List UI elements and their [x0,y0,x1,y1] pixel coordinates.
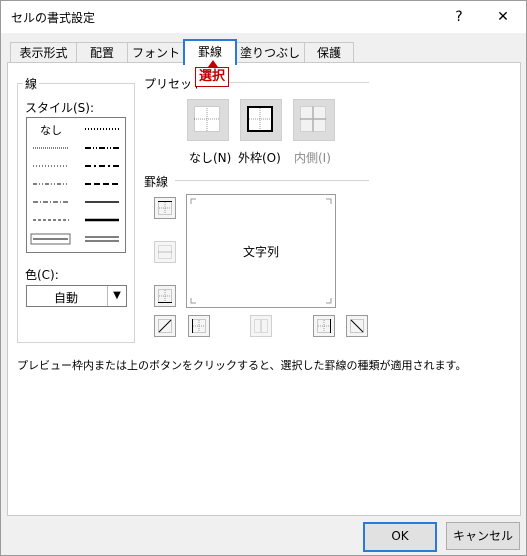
style-label: スタイル(S): [25,101,95,115]
color-label: 色(C): [25,268,59,282]
border-preview[interactable]: 文字列 [186,194,336,308]
color-select-value: 自動 [53,291,78,305]
diagonal-up-icon [158,319,172,333]
select-callout: 選択 [195,67,230,87]
tab-strip: 表示形式 配置 フォント 罫線 塗りつぶし 保護 [1,39,526,65]
border-right-button[interactable] [313,315,335,337]
line-style-swatches[interactable] [27,118,125,252]
preset-outline-icon [247,106,273,132]
diagonal-down-icon [350,319,364,333]
preset-none-icon [194,106,220,132]
border-bottom-button[interactable] [154,285,176,307]
border-inside-vertical-button [250,315,272,337]
border-divider [175,180,369,181]
border-left-icon [192,319,206,333]
border-diagonal-up-button[interactable] [154,315,176,337]
border-left-button[interactable] [188,315,210,337]
border-group-title: 罫線 [144,175,169,189]
tab-fill[interactable]: 塗りつぶし [235,42,305,63]
cancel-button[interactable]: キャンセル [446,522,520,550]
info-text: プレビュー枠内または上のボタンをクリックすると、選択した罫線の種類が適用されます… [17,359,467,372]
line-style-list[interactable]: なし [26,117,126,253]
border-inside-horizontal-icon [158,245,172,259]
tab-number-format[interactable]: 表示形式 [10,42,77,63]
preset-none-button[interactable] [187,99,229,141]
tab-font[interactable]: フォント [127,42,185,63]
tab-alignment[interactable]: 配置 [76,42,128,63]
border-right-icon [317,319,331,333]
border-inside-horizontal-button [154,241,176,263]
color-select[interactable]: 自動 ▼ [26,285,127,307]
line-group-title: 線 [23,75,40,92]
border-top-button[interactable] [154,197,176,219]
preset-inside-label: 内側(I) [294,151,331,165]
preset-divider [207,82,369,83]
preset-outline-label: 外枠(O) [238,151,281,165]
border-diagonal-down-button[interactable] [346,315,368,337]
preset-inside-icon [300,106,326,132]
preview-text: 文字列 [242,245,279,259]
border-top-icon [158,201,172,215]
ok-button[interactable]: OK [363,522,437,552]
tab-protection[interactable]: 保護 [304,42,354,63]
border-inside-vertical-icon [254,319,268,333]
title-bar: セルの書式設定 ? ✕ [1,1,526,33]
border-bottom-icon [158,289,172,303]
preset-outline-button[interactable] [240,99,282,141]
help-button[interactable]: ? [448,6,470,28]
callout-arrow-icon [208,60,218,67]
dialog-title: セルの書式設定 [11,11,96,25]
preset-none-label: なし(N) [189,151,232,165]
format-cells-dialog: セルの書式設定 ? ✕ 表示形式 配置 フォント 罫線 塗りつぶし 保護 選択 … [0,0,527,556]
chevron-down-icon[interactable]: ▼ [107,286,126,306]
preset-inside-button [293,99,335,141]
close-button[interactable]: ✕ [492,6,514,28]
